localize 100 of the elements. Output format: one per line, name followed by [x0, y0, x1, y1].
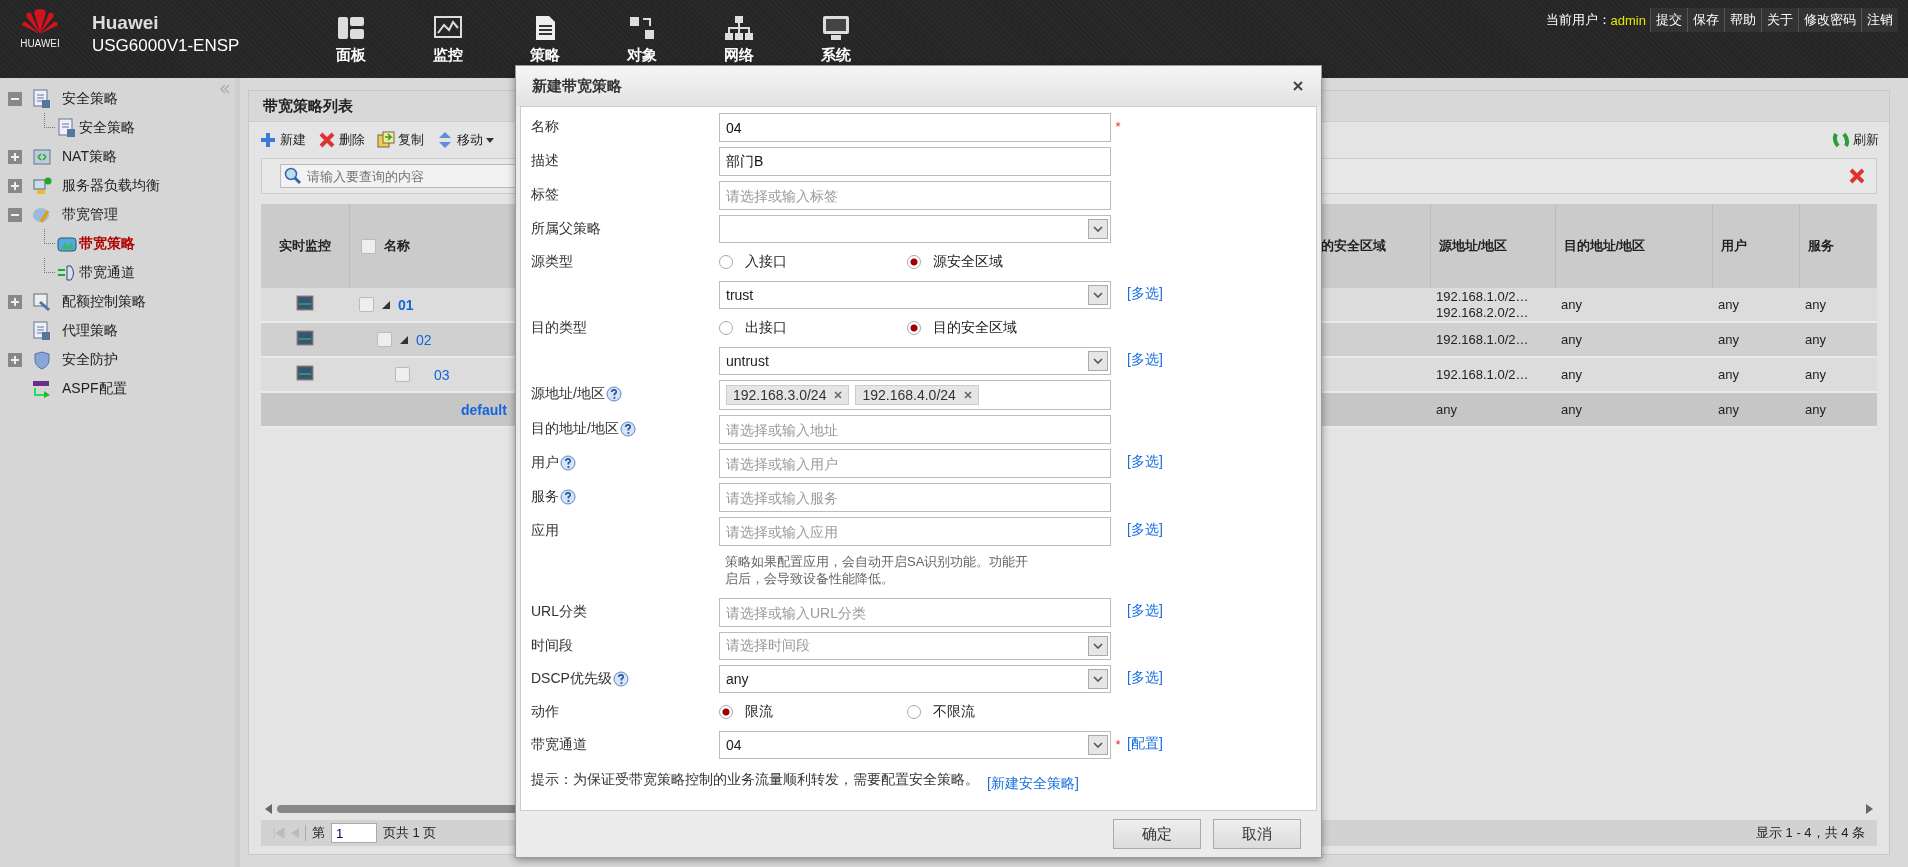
clear-icon[interactable]: [1848, 167, 1866, 185]
multi-select-link[interactable]: [配置]: [1127, 731, 1163, 753]
text-field[interactable]: 请选择或输入应用: [719, 517, 1111, 546]
expand-icon[interactable]: [8, 352, 22, 367]
row-checkbox[interactable]: [377, 332, 392, 347]
toolbar-button[interactable]: 新建: [257, 129, 308, 151]
remove-icon[interactable]: [963, 391, 972, 399]
policy-name-link[interactable]: 03: [434, 366, 450, 383]
help-icon[interactable]: [560, 455, 576, 471]
new-security-policy-link[interactable]: [新建安全策略]: [987, 771, 1079, 793]
collapse-tree-icon[interactable]: [8, 207, 22, 222]
caret-icon: [486, 137, 494, 143]
radio-button[interactable]: [719, 255, 733, 269]
radio-button[interactable]: [719, 705, 733, 719]
text-field[interactable]: 请选择或输入服务: [719, 483, 1111, 512]
sidebar-item[interactable]: 安全策略: [79, 118, 135, 137]
dropdown-field[interactable]: 04: [719, 731, 1111, 759]
field-label: 目的地址/地区: [531, 420, 619, 438]
header-link[interactable]: 关于: [1761, 8, 1798, 32]
sidebar-item[interactable]: NAT策略: [62, 147, 117, 166]
dialog-button[interactable]: 取消: [1213, 819, 1301, 849]
header-link[interactable]: 保存: [1687, 8, 1724, 32]
required-mark: *: [1115, 119, 1121, 134]
nav-tab[interactable]: 监控: [399, 14, 496, 65]
nav-tab[interactable]: 网络: [690, 14, 787, 65]
logo-icon: [20, 6, 60, 36]
sidebar-item[interactable]: 安全防护: [62, 350, 118, 369]
multi-select-link[interactable]: [多选]: [1127, 517, 1163, 539]
text-field[interactable]: 04: [719, 113, 1111, 142]
copy-icon: [377, 131, 395, 149]
radio-button[interactable]: [907, 255, 921, 269]
multi-select-link[interactable]: [多选]: [1127, 347, 1163, 369]
collapse-tree-icon[interactable]: [8, 91, 22, 106]
header-link[interactable]: 帮助: [1724, 8, 1761, 32]
sidebar-item[interactable]: 带宽策略: [79, 234, 135, 253]
multi-select-link[interactable]: [多选]: [1127, 598, 1163, 620]
expander-icon[interactable]: [382, 300, 390, 309]
dialog-button[interactable]: 确定: [1113, 819, 1201, 849]
page-field[interactable]: 1: [331, 823, 377, 843]
toolbar-button[interactable]: 复制: [375, 129, 426, 151]
row-checkbox[interactable]: [359, 297, 374, 312]
select-all-checkbox[interactable]: [360, 238, 376, 254]
header-link[interactable]: 修改密码: [1798, 8, 1861, 32]
sidebar-item[interactable]: 服务器负载均衡: [62, 176, 160, 195]
radio-button[interactable]: [907, 321, 921, 335]
toolbar-button[interactable]: 删除: [316, 129, 367, 151]
monitor-icon[interactable]: [296, 330, 314, 346]
header-link[interactable]: 注销: [1861, 8, 1898, 32]
table-cell: any: [1805, 367, 1826, 382]
expand-icon[interactable]: [8, 294, 22, 309]
dropdown-field[interactable]: untrust: [719, 347, 1111, 375]
toolbar-button[interactable]: 移动: [434, 129, 496, 151]
sidebar-item[interactable]: 配额控制策略: [62, 292, 146, 311]
radio-button[interactable]: [907, 705, 921, 719]
sidebar-item[interactable]: 带宽管理: [62, 205, 118, 224]
text-field[interactable]: 请选择或输入URL分类: [719, 598, 1111, 627]
remove-icon[interactable]: [834, 391, 843, 399]
tag-field[interactable]: 192.168.3.0/24 192.168.4.0/24: [719, 380, 1111, 410]
sidebar-item[interactable]: 带宽通道: [79, 263, 135, 282]
expander-icon[interactable]: [400, 335, 408, 344]
help-icon[interactable]: [560, 489, 576, 505]
sidebar-item[interactable]: 代理策略: [62, 321, 118, 340]
monitor-icon[interactable]: [296, 365, 314, 381]
help-icon[interactable]: [612, 671, 629, 687]
policy-name-link[interactable]: 01: [398, 296, 414, 313]
table-cell-text: 192.168.1.0/2…: [1436, 331, 1530, 348]
text-field[interactable]: 请选择或输入标签: [719, 181, 1111, 210]
table-cell-text: 192.168.2.0/2…: [1436, 304, 1530, 321]
scroll-right-icon[interactable]: [1865, 804, 1873, 814]
nav-tab[interactable]: 对象: [593, 14, 690, 65]
help-icon[interactable]: [619, 421, 636, 437]
multi-select-link[interactable]: [多选]: [1127, 449, 1163, 471]
row-checkbox[interactable]: [395, 367, 410, 382]
user-label: 当前用户：: [1545, 11, 1611, 29]
radio-button[interactable]: [719, 321, 733, 335]
nav-tab[interactable]: 面板: [302, 14, 399, 65]
table-cell: any: [1805, 297, 1826, 312]
dropdown-field[interactable]: [719, 215, 1111, 243]
text-field[interactable]: 请选择或输入地址: [719, 415, 1111, 444]
help-icon[interactable]: [605, 386, 622, 402]
monitor-icon[interactable]: [296, 295, 314, 311]
expand-icon[interactable]: [8, 149, 22, 164]
dropdown-field[interactable]: any: [719, 665, 1111, 693]
scroll-left-icon[interactable]: [265, 804, 273, 814]
text-field[interactable]: 请选择或输入用户: [719, 449, 1111, 478]
sidebar-item[interactable]: 安全策略: [62, 89, 118, 108]
header-link[interactable]: 提交: [1650, 8, 1687, 32]
expand-icon[interactable]: [8, 178, 22, 193]
nav-tab[interactable]: 系统: [787, 14, 884, 65]
refresh-button[interactable]: 刷新: [1830, 129, 1881, 151]
column-header: 的安全区域: [1320, 238, 1386, 253]
field-label: 应用: [531, 522, 559, 540]
nav-tab[interactable]: 策略: [496, 14, 593, 65]
multi-select-link[interactable]: [多选]: [1127, 665, 1163, 687]
refresh-icon: [1832, 131, 1850, 149]
policy-name-link[interactable]: 02: [416, 331, 432, 348]
dropdown-field[interactable]: trust: [719, 281, 1111, 309]
text-field[interactable]: 部门B: [719, 147, 1111, 176]
sidebar-item[interactable]: ASPF配置: [62, 379, 127, 398]
multi-select-link[interactable]: [多选]: [1127, 281, 1163, 303]
